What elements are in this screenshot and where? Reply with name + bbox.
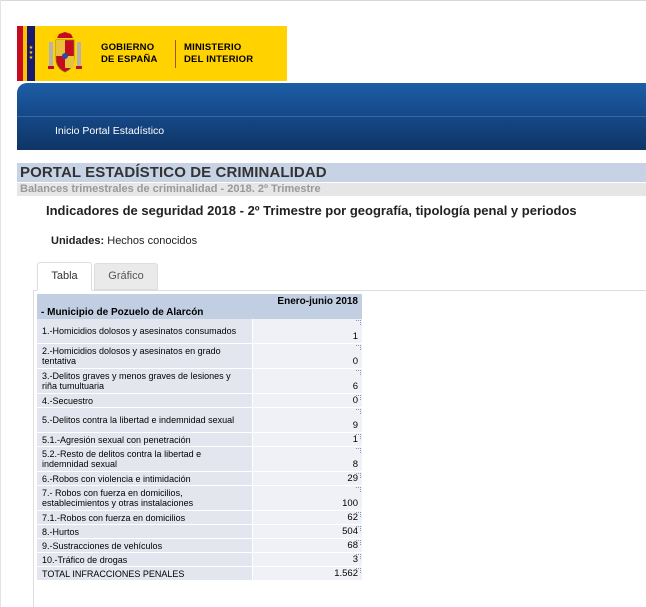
table-row: 9.-Sustracciones de vehículos 68: [37, 539, 362, 553]
row-label: 10.-Tráfico de drogas: [37, 553, 253, 567]
table-row: 10.-Tráfico de drogas 3: [37, 553, 362, 567]
tab-tabla[interactable]: Tabla: [37, 262, 92, 291]
row-value[interactable]: 504: [253, 525, 362, 539]
gov-logo-header: ★ ★ ★ GOBIERNO DE ESPAÑA MINISTERIO DEL IN…: [17, 26, 287, 81]
table-row: 7.- Robos con fuerza en domicilios, esta…: [37, 486, 362, 511]
row-label: 7.1.-Robos con fuerza en domicilios: [37, 511, 253, 525]
table-body: 1.-Homicidios dolosos y asesinatos consu…: [37, 319, 362, 581]
row-value[interactable]: 62: [253, 511, 362, 525]
row-label: 2.-Homicidios dolosos y asesinatos en gr…: [37, 344, 253, 369]
row-value[interactable]: 9: [253, 408, 362, 433]
row-value[interactable]: 1.562: [253, 567, 362, 581]
units-label: Unidades:: [51, 235, 105, 247]
row-label: 6.-Robos con violencia e intimidación: [37, 472, 253, 486]
ministry-name: MINISTERIO DEL INTERIOR: [184, 42, 254, 65]
table-row: 5.2.-Resto de delitos contra la libertad…: [37, 447, 362, 472]
eu-stars-icon: ★ ★ ★: [28, 45, 34, 61]
row-label: 9.-Sustracciones de vehículos: [37, 539, 253, 553]
row-value[interactable]: 29: [253, 472, 362, 486]
portal-title: PORTAL ESTADÍSTICO DE CRIMINALIDAD: [17, 163, 646, 182]
row-value[interactable]: 68: [253, 539, 362, 553]
column-header-period[interactable]: Enero-junio 2018: [253, 294, 362, 319]
row-label: 8.-Hurtos: [37, 525, 253, 539]
row-value[interactable]: 0: [253, 344, 362, 369]
row-label: 1.-Homicidios dolosos y asesinatos consu…: [37, 319, 253, 344]
row-value[interactable]: 0: [253, 394, 362, 408]
tab-grafico[interactable]: Gráfico: [94, 263, 158, 290]
table-row: 1.-Homicidios dolosos y asesinatos consu…: [37, 319, 362, 344]
row-value[interactable]: 1: [253, 319, 362, 344]
report-heading: Indicadores de seguridad 2018 - 2º Trime…: [46, 203, 577, 218]
home-portal-link[interactable]: Inicio Portal Estadístico: [55, 125, 164, 137]
row-value[interactable]: 3: [253, 553, 362, 567]
row-label: 5.-Delitos contra la libertad e indemnid…: [37, 408, 253, 433]
gov-name: GOBIERNO DE ESPAÑA: [101, 42, 158, 65]
table-row: 7.1.-Robos con fuerza en domicilios 62: [37, 511, 362, 525]
table-row: 4.-Secuestro 0: [37, 394, 362, 408]
table-row: TOTAL INFRACCIONES PENALES 1.562: [37, 567, 362, 581]
row-label: 5.2.-Resto de delitos contra la libertad…: [37, 447, 253, 472]
banner-divider: [17, 116, 646, 117]
table-row: 3.-Delitos graves y menos graves de lesi…: [37, 369, 362, 394]
row-label: 4.-Secuestro: [37, 394, 253, 408]
row-value[interactable]: 1: [253, 433, 362, 447]
table-row: 6.-Robos con violencia e intimidación 29: [37, 472, 362, 486]
units-value: Hechos conocidos: [107, 235, 198, 247]
table-row: 2.-Homicidios dolosos y asesinatos en gr…: [37, 344, 362, 369]
gov-separator: [175, 40, 176, 68]
row-label: 7.- Robos con fuerza en domicilios, esta…: [37, 486, 253, 511]
portal-subtitle: Balances trimestrales de criminalidad - …: [17, 183, 646, 196]
row-header-municipality[interactable]: - Municipio de Pozuelo de Alarcón: [37, 294, 253, 319]
crime-indicators-table: - Municipio de Pozuelo de Alarcón Enero-…: [37, 294, 362, 581]
coat-of-arms-icon: [48, 32, 82, 73]
row-value[interactable]: 100: [253, 486, 362, 511]
row-label: 5.1.-Agresión sexual con penetración: [37, 433, 253, 447]
table-row: 5.-Delitos contra la libertad e indemnid…: [37, 408, 362, 433]
nav-banner: Inicio Portal Estadístico: [17, 83, 646, 150]
page-top-border: [0, 0, 646, 1]
table-row: 8.-Hurtos 504: [37, 525, 362, 539]
page-left-border: [0, 0, 1, 607]
row-value[interactable]: 8: [253, 447, 362, 472]
row-value[interactable]: 6: [253, 369, 362, 394]
units-line: Unidades: Hechos conocidos: [51, 235, 197, 247]
row-label: TOTAL INFRACCIONES PENALES: [37, 567, 253, 581]
table-row: 5.1.-Agresión sexual con penetración 1: [37, 433, 362, 447]
row-label: 3.-Delitos graves y menos graves de lesi…: [37, 369, 253, 394]
